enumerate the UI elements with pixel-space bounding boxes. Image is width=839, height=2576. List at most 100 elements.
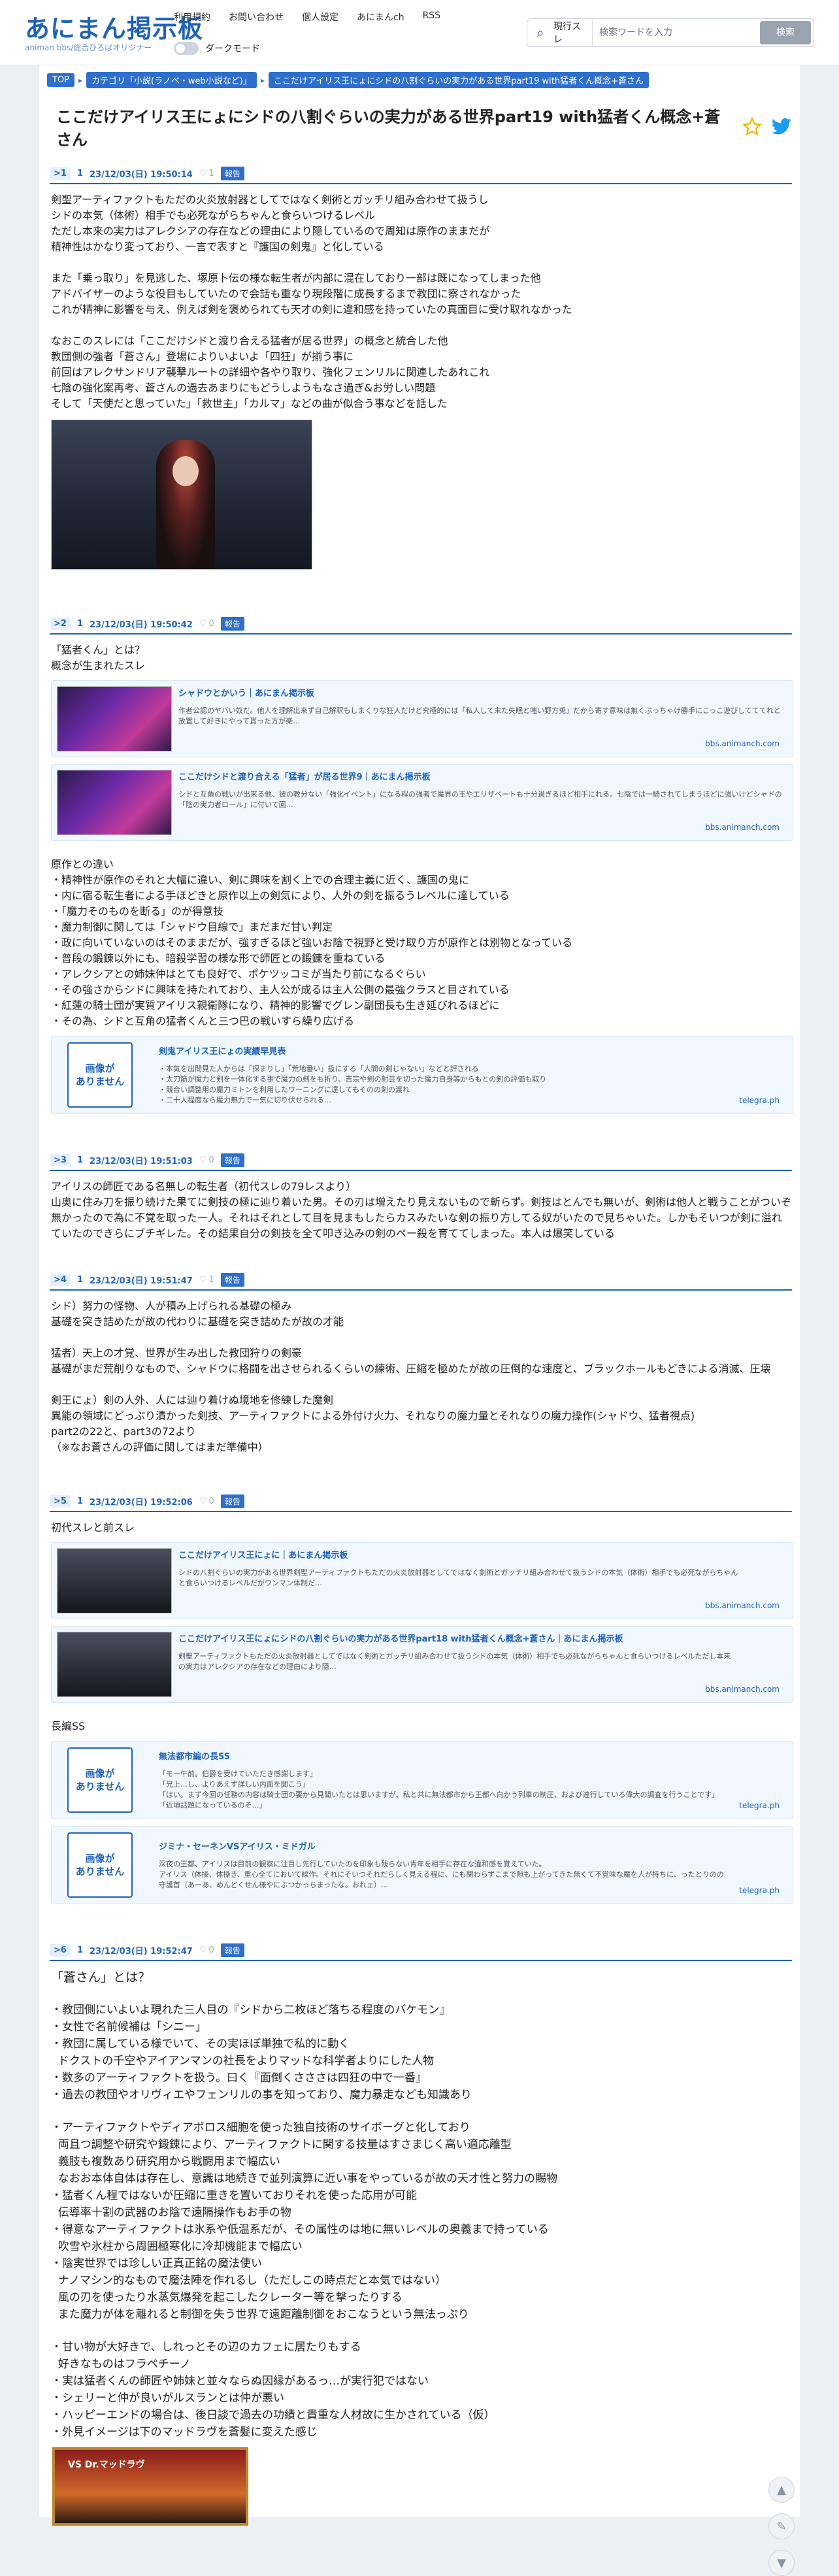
arrow-down-icon[interactable]: ▼ bbox=[768, 2550, 795, 2576]
post-date: 23/12/03(日) 19:52:47 bbox=[90, 1947, 193, 1957]
post-number[interactable]: >6 bbox=[50, 1944, 71, 1957]
post-line: ・甘い物が大好きで、しれっとその辺のカフェに居たりもする bbox=[51, 2341, 361, 2354]
post-number[interactable]: >4 bbox=[50, 1274, 71, 1286]
post-line: 剣聖アーティファクトもただの火炎放射器としてではなく剣術とガッチリ組み合わせて扱… bbox=[51, 193, 489, 206]
post-image[interactable] bbox=[51, 420, 312, 570]
post-number[interactable]: >1 bbox=[50, 167, 71, 180]
heart-icon: ♡ bbox=[199, 1155, 207, 1165]
post-line: ・数多のアーティファクトを扱う。曰く『面倒くさささは四狂の中で一番』 bbox=[51, 2072, 427, 2085]
nav-animanch[interactable]: あにまんch bbox=[357, 10, 404, 24]
like-button[interactable]: ♡ 1 bbox=[199, 1275, 214, 1285]
link-description: シドと互角の戦いが出来る他、彼の教分ない「強化イベント」になる程の強者で魔界の王… bbox=[178, 790, 782, 809]
post-line: ・政に向いていないのはそのままだが、強すぎるほど強いお陰で視野と受け取り方が原作… bbox=[51, 936, 572, 949]
post-body: 剣聖アーティファクトもただの火炎放射器としてではなく剣術とガッチリ組み合わせて扱… bbox=[50, 192, 792, 570]
link-title[interactable]: ここだけアイリス王にょにシドの八割ぐらいの実力がある世界part18 with猛… bbox=[178, 1632, 787, 1647]
post-number[interactable]: >5 bbox=[50, 1495, 71, 1508]
report-button[interactable]: 報告 bbox=[220, 1153, 244, 1167]
post-line: ドクストの千空やアイアンマンの社長をよりマッドな科学者よりにした人物 bbox=[51, 2055, 435, 2068]
character-face bbox=[173, 456, 199, 486]
link-card[interactable]: ここだけアイリス王にょに｜あにまん掲示板 シドの八割ぐらいの実力がある世界剣聖ア… bbox=[51, 1542, 793, 1619]
report-button[interactable]: 報告 bbox=[220, 1273, 244, 1287]
post-line: ・実は猛者くんの師匠や姉妹と並々ならぬ因縁があるっ…が実行犯ではない bbox=[51, 2375, 429, 2388]
link-title[interactable]: 無法都市編の長SS bbox=[159, 1749, 787, 1765]
search-icon: ⌕ bbox=[536, 25, 544, 41]
dark-mode-label: ダークモード bbox=[205, 44, 260, 54]
post-line: そして「天使だと思っていた」「救世主」「カルマ」などの曲が似合う事などを話した bbox=[51, 397, 448, 410]
link-title[interactable]: 剣鬼アイリス王にょの実績早見表 bbox=[159, 1044, 787, 1060]
post-line: ただし本来の実力はアレクシアの存在などの理由により隠しているので周知は原作のまま… bbox=[51, 225, 490, 237]
dark-mode-toggle[interactable]: ダークモード bbox=[174, 42, 260, 55]
link-title[interactable]: ジミナ・セーネンVSアイリス・ミドガル bbox=[159, 1840, 787, 1855]
search-button[interactable]: 検索 bbox=[760, 21, 811, 44]
post-image[interactable]: VS Dr.マッドラヴ bbox=[52, 2447, 248, 2526]
poster-name: 1 bbox=[76, 619, 83, 629]
like-count: 1 bbox=[208, 169, 214, 178]
nav-contact[interactable]: お問い合わせ bbox=[229, 10, 284, 24]
post-line: ・「魔力そのものを断る」のが得意技 bbox=[51, 905, 224, 917]
star-icon[interactable] bbox=[742, 117, 762, 137]
chevron-right-icon: ▸ bbox=[260, 75, 265, 85]
post-line: ・内に宿る転生者による手ほどきと原作以上の剣気により、人外の剣を振るうレベルに達… bbox=[51, 889, 510, 902]
post-line: 義肢も複数あり研究用から戦闘用まで幅広い bbox=[51, 2155, 280, 2168]
dark-mode-switch[interactable] bbox=[174, 42, 199, 55]
link-title[interactable]: シャドウとかいう｜あにまん掲示板 bbox=[178, 686, 787, 702]
link-description: 作者公認のヤバい奴だ。他人を理解出来ず自己解釈もしまくりな狂人だけど究極的には「… bbox=[178, 706, 781, 725]
breadcrumb: TOP ▸ カテゴリ「小説(ラノベ・web小説など)」 ▸ ここだけアイリス王に… bbox=[47, 65, 792, 88]
post-line: 異能の領域にどっぷり漬かった剣技、アーティファクトによる外付け火力、それなりの魔… bbox=[51, 1410, 695, 1422]
breadcrumb-top[interactable]: TOP bbox=[47, 73, 75, 87]
post-date: 23/12/03(日) 19:51:03 bbox=[90, 1157, 193, 1166]
post-line: 伝導率十割の武器のお陰で遠隔操作もお手の物 bbox=[51, 2206, 291, 2219]
post-line: ・アレクシアとの姉妹仲はとても良好で、ポケツッコミが当たり前になるぐらい bbox=[51, 968, 426, 980]
link-card[interactable]: 画像が ありません 無法都市編の長SS 「モー午前。伯爵を受けていただき感謝しま… bbox=[51, 1741, 793, 1819]
post-line: 猛者）天上の才覚、世界が生み出した教団狩りの剣豪 bbox=[51, 1347, 303, 1359]
post-line: 教団側の強者「蒼さん」登場によりいよいよ「四狂」が揃う事に bbox=[51, 350, 354, 363]
link-card[interactable]: ここだけアイリス王にょにシドの八割ぐらいの実力がある世界part18 with猛… bbox=[51, 1626, 793, 1703]
post-header: >3 1 23/12/03(日) 19:51:03 ♡ 0 報告 bbox=[50, 1153, 792, 1171]
search-scope-select[interactable]: 現行スレ bbox=[553, 20, 593, 46]
like-button[interactable]: ♡ 0 bbox=[199, 1945, 214, 1955]
post-line: 吹雪や氷柱から周囲極寒化に冷却機能まで幅広い bbox=[51, 2240, 303, 2253]
breadcrumb-category[interactable]: カテゴリ「小説(ラノベ・web小説など)」 bbox=[86, 72, 257, 88]
link-title[interactable]: ここだけシドと渡り合える「猛者」が居る世界9｜あにまん掲示板 bbox=[178, 770, 787, 785]
nav-settings[interactable]: 個人設定 bbox=[302, 10, 338, 24]
like-button[interactable]: ♡ 0 bbox=[199, 619, 214, 629]
arrow-up-icon[interactable]: ▲ bbox=[768, 2477, 795, 2503]
report-button[interactable]: 報告 bbox=[220, 1943, 244, 1957]
report-button[interactable]: 報告 bbox=[220, 167, 244, 180]
link-card[interactable]: 画像が ありません ジミナ・セーネンVSアイリス・ミドガル 深夜の王都、アイリス… bbox=[51, 1826, 793, 1904]
post-body: 初代スレと前スレ ここだけアイリス王にょに｜あにまん掲示板 シドの八割ぐらいの実… bbox=[50, 1520, 793, 1904]
link-card[interactable]: ここだけシドと渡り合える「猛者」が居る世界9｜あにまん掲示板 シドと互角の戦いが… bbox=[51, 764, 793, 841]
heart-icon: ♡ bbox=[199, 1496, 207, 1506]
like-button[interactable]: ♡ 1 bbox=[199, 169, 214, 178]
post: >3 1 23/12/03(日) 19:51:03 ♡ 0 報告 アイリスの師匠で… bbox=[47, 1153, 792, 1242]
post-line: ・ハッピーエンドの場合は、後日談で過去の功績と貴重な人材故に生かされている（仮） bbox=[51, 2409, 495, 2422]
link-title[interactable]: ここだけアイリス王にょに｜あにまん掲示板 bbox=[178, 1548, 787, 1564]
post-line: 長編SS bbox=[51, 1720, 86, 1732]
post-number[interactable]: >3 bbox=[50, 1154, 71, 1166]
post-line: 原作との違い bbox=[51, 858, 114, 870]
link-card[interactable]: シャドウとかいう｜あにまん掲示板 作者公認のヤバい奴だ。他人を理解出来ず自己解釈… bbox=[51, 680, 793, 757]
search-input[interactable] bbox=[593, 22, 760, 44]
post-number[interactable]: >2 bbox=[50, 618, 71, 630]
twitter-icon[interactable] bbox=[771, 118, 792, 136]
nav-terms[interactable]: 利用規約 bbox=[174, 10, 210, 24]
post-line: また「乗っ取り」を見逃した、塚原卜伝の様な転生者が内部に混在しており一部は既にな… bbox=[51, 272, 541, 284]
post-line: ・その強さからシドに興味を持たれており、主人公が成るは主人公側の最強クラスと目さ… bbox=[51, 983, 510, 996]
report-button[interactable]: 報告 bbox=[220, 1494, 244, 1508]
post-line: ・その為、シドと互角の猛者くんと三つ巴の戦いすら繰り広げる bbox=[51, 1015, 355, 1027]
post-line: ・魔力制御に関しては「シャドウ目線で」まだまだ甘い判定 bbox=[51, 921, 333, 933]
thread-title-row: ここだけアイリス王にょにシドの八割ぐらいの実力がある世界part19 with猛… bbox=[47, 104, 792, 150]
pencil-icon[interactable]: ✎ bbox=[768, 2513, 795, 2539]
report-button[interactable]: 報告 bbox=[220, 617, 244, 631]
nav-rss[interactable]: RSS bbox=[423, 10, 441, 24]
breadcrumb-thread[interactable]: ここだけアイリス王にょにシドの八割ぐらいの実力がある世界part19 with猛… bbox=[268, 72, 650, 88]
link-source: telegra.ph bbox=[739, 1886, 780, 1895]
link-card[interactable]: 画像が ありません 剣鬼アイリス王にょの実績早見表 ・本気を出間見た人からは「探… bbox=[51, 1036, 793, 1114]
post-date: 23/12/03(日) 19:51:47 bbox=[90, 1276, 193, 1286]
main-content: TOP ▸ カテゴリ「小説(ラノベ・web小説など)」 ▸ ここだけアイリス王に… bbox=[39, 65, 800, 2576]
post-line: part2の22と、part3の72より bbox=[51, 1425, 196, 1438]
post-line: 「猛者くん」とは？ bbox=[51, 644, 146, 656]
like-button[interactable]: ♡ 0 bbox=[199, 1496, 214, 1506]
post-header: >5 1 23/12/03(日) 19:52:06 ♡ 0 報告 bbox=[50, 1494, 792, 1512]
like-button[interactable]: ♡ 0 bbox=[199, 1155, 214, 1165]
